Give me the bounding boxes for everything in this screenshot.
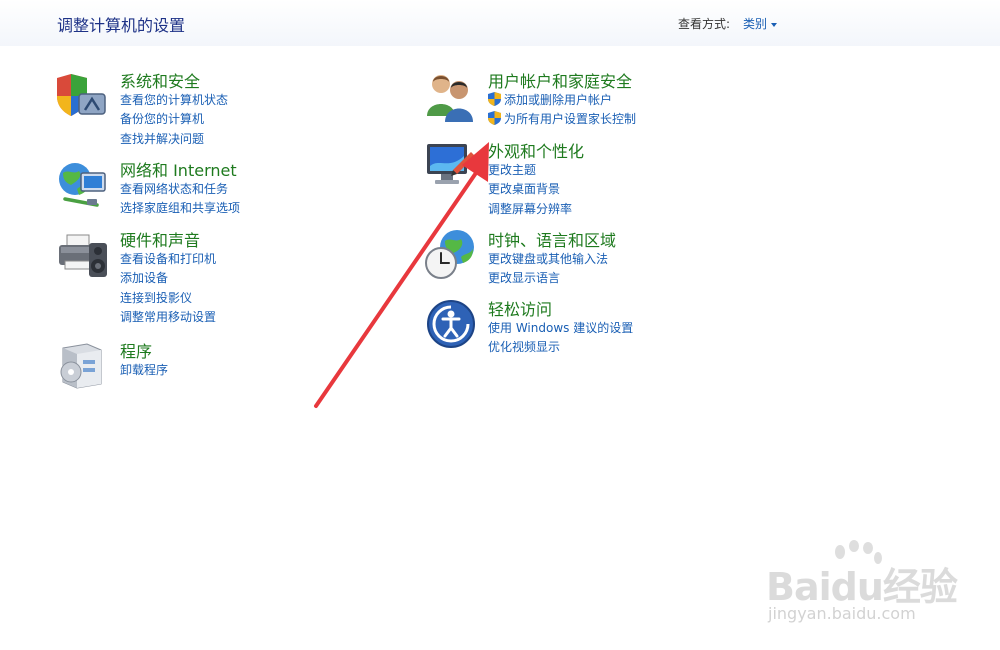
link-adjust-resolution[interactable]: 调整屏幕分辨率 xyxy=(488,200,572,219)
uac-shield-icon xyxy=(488,92,501,106)
page-title: 调整计算机的设置 xyxy=(57,16,186,35)
printer-speaker-icon xyxy=(59,234,107,277)
link-change-desktop-background[interactable]: 更改桌面背景 xyxy=(488,180,572,199)
link-label: 为所有用户设置家长控制 xyxy=(504,112,637,127)
link-optimize-display[interactable]: 优化视频显示 xyxy=(488,338,633,357)
link-view-computer-status[interactable]: 查看您的计算机状态 xyxy=(120,91,228,110)
category-links: 使用 Windows 建议的设置 优化视频显示 xyxy=(488,319,633,358)
chevron-down-icon xyxy=(771,22,778,27)
link-uninstall-program[interactable]: 卸载程序 xyxy=(120,361,168,380)
category-links: 查看设备和打印机 添加设备 连接到投影仪 调整常用移动设置 xyxy=(120,250,216,327)
category-title[interactable]: 系统和安全 xyxy=(120,68,200,92)
link-change-theme[interactable]: 更改主题 xyxy=(488,161,572,180)
link-view-network-status[interactable]: 查看网络状态和任务 xyxy=(120,180,240,199)
users-icon xyxy=(427,75,473,122)
link-add-device[interactable]: 添加设备 xyxy=(120,269,216,288)
category-title[interactable]: 程序 xyxy=(120,338,152,362)
category-title[interactable]: 时钟、语言和区域 xyxy=(488,227,616,251)
link-add-remove-accounts[interactable]: 添加或删除用户帐户 xyxy=(488,91,636,110)
watermark-text: Baidu经验 xyxy=(766,565,958,609)
category-links: 查看您的计算机状态 备份您的计算机 查找并解决问题 xyxy=(120,91,228,149)
shield-computer-icon xyxy=(57,74,106,116)
link-recommended-settings[interactable]: 使用 Windows 建议的设置 xyxy=(488,319,633,338)
category-title[interactable]: 网络和 Internet xyxy=(120,157,237,181)
category-links: 卸载程序 xyxy=(120,361,168,380)
control-panel-window: 调整计算机的设置 查看方式: 类别 系统和安全 查看您的计算机状态 备份您的计算… xyxy=(0,0,1000,650)
link-change-keyboard-input[interactable]: 更改键盘或其他输入法 xyxy=(488,250,608,269)
view-by-dropdown[interactable]: 类别 xyxy=(743,15,778,32)
link-homegroup-sharing[interactable]: 选择家庭组和共享选项 xyxy=(120,199,240,218)
clock-globe-icon xyxy=(425,230,474,279)
view-by-label: 查看方式: xyxy=(678,17,731,31)
link-parental-controls[interactable]: 为所有用户设置家长控制 xyxy=(488,110,636,129)
category-links: 更改键盘或其他输入法 更改显示语言 xyxy=(488,250,608,289)
category-title[interactable]: 轻松访问 xyxy=(488,296,552,320)
link-devices-printers[interactable]: 查看设备和打印机 xyxy=(120,250,216,269)
monitor-personalize-icon xyxy=(427,144,475,184)
link-backup-computer[interactable]: 备份您的计算机 xyxy=(120,110,228,129)
programs-box-icon xyxy=(60,343,102,389)
ease-of-access-icon xyxy=(427,300,475,348)
category-links: 更改主题 更改桌面背景 调整屏幕分辨率 xyxy=(488,161,572,219)
category-links: 查看网络状态和任务 选择家庭组和共享选项 xyxy=(120,180,240,219)
baidu-watermark: Baidu经验 jingyan.baidu.com xyxy=(766,540,966,632)
globe-network-icon xyxy=(59,163,106,207)
view-by-value: 类别 xyxy=(743,17,768,31)
link-connect-projector[interactable]: 连接到投影仪 xyxy=(120,289,216,308)
link-find-fix-problems[interactable]: 查找并解决问题 xyxy=(120,130,228,149)
uac-shield-icon xyxy=(488,111,501,126)
category-title[interactable]: 用户帐户和家庭安全 xyxy=(488,68,632,92)
link-change-display-language[interactable]: 更改显示语言 xyxy=(488,269,608,288)
watermark-subtext: jingyan.baidu.com xyxy=(768,604,916,623)
link-label: 添加或删除用户帐户 xyxy=(504,93,613,107)
category-links: 添加或删除用户帐户 为所有用户设置家长控制 xyxy=(488,91,636,130)
category-title[interactable]: 硬件和声音 xyxy=(120,227,200,251)
link-mobility-settings[interactable]: 调整常用移动设置 xyxy=(120,308,216,327)
category-title[interactable]: 外观和个性化 xyxy=(488,138,584,162)
